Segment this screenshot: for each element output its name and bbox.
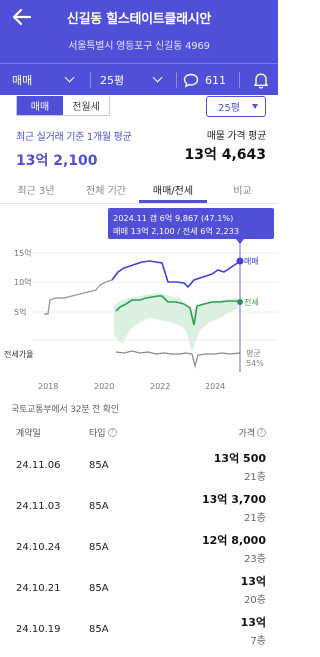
area-dropdown[interactable]: 25평 bbox=[206, 96, 266, 117]
col-header-price-label: 가격 bbox=[238, 429, 255, 439]
row-price: 13억 bbox=[240, 575, 266, 588]
table-row[interactable]: 24.11.06 85A 13억 500 21층 bbox=[0, 446, 278, 486]
table-row[interactable]: 24.10.21 85A 13억 20층 bbox=[0, 569, 278, 609]
tooltip: 2024.11 갭 6억 9,867 (47.1%) 매매 13억 2,100 … bbox=[108, 208, 274, 244]
row-date: 24.10.21 bbox=[16, 583, 61, 594]
complex-address: 서울특별시 영등포구 신길동 4969 bbox=[68, 41, 210, 52]
tab-all-period[interactable]: 전체 기간 bbox=[70, 174, 142, 204]
chevron-down-icon bbox=[64, 72, 75, 83]
row-price: 13억 500 bbox=[213, 452, 266, 465]
col-header-price: 가격 ? bbox=[238, 426, 266, 439]
area-dropdown-label: 25평 bbox=[218, 103, 240, 114]
tab-compare[interactable]: 비교 bbox=[207, 174, 278, 204]
row-type: 85A bbox=[89, 583, 109, 594]
question-icon[interactable]: ? bbox=[107, 428, 117, 437]
chat-bubble-icon bbox=[183, 73, 199, 88]
row-price: 12억 8,000 bbox=[201, 534, 266, 547]
table-row[interactable]: 24.10.19 85A 13억 7층 bbox=[0, 610, 278, 650]
row-type: 85A bbox=[89, 460, 109, 471]
row-date: 24.11.06 bbox=[16, 460, 61, 471]
x-tick-label: 2024 bbox=[205, 382, 225, 391]
area-filter-label: 25평 bbox=[100, 74, 125, 87]
segment-sale[interactable]: 매매 bbox=[17, 96, 63, 115]
sale-series-label: 매매 bbox=[244, 257, 259, 266]
recent-avg-label: 최근 실거래 기준 1개월 평균 bbox=[16, 132, 132, 143]
row-price: 13억 3,700 bbox=[201, 493, 266, 506]
deal-type-filter[interactable]: 매매 bbox=[12, 64, 80, 96]
row-floor: 7층 bbox=[250, 636, 266, 647]
chevron-down-icon bbox=[152, 72, 163, 83]
talk-button[interactable]: 611 bbox=[183, 64, 233, 96]
row-price: 13억 bbox=[240, 616, 266, 629]
deal-type-label: 매매 bbox=[12, 74, 33, 87]
row-floor: 20층 bbox=[244, 595, 266, 606]
y-tick-label: 15억 bbox=[14, 248, 32, 258]
ratio-avg-value: 54% bbox=[246, 359, 264, 368]
row-date: 24.10.24 bbox=[16, 542, 61, 553]
y-tick-label: 5억 bbox=[14, 307, 26, 317]
tooltip-line-1: 2024.11 갭 6억 9,867 (47.1%) bbox=[113, 213, 233, 223]
sale-recent-line bbox=[111, 260, 241, 289]
data-source-note: 국토교통부에서 32분 전 확인 bbox=[11, 405, 119, 415]
col-header-date-label: 계약일 bbox=[16, 429, 41, 439]
jeonse-series-label: 전세 bbox=[244, 297, 259, 307]
area-filter[interactable]: 25평 bbox=[100, 64, 168, 96]
ratio-line bbox=[115, 350, 241, 369]
price-chart[interactable]: 15억 10억 5억 매매 전세 전세가율 평균 54% 2024.11 갭 6… bbox=[0, 204, 278, 394]
app-header: 신길동 힐스테이트클래시안 서울특별시 영등포구 신길동 4969 매매 25평… bbox=[0, 0, 278, 95]
deal-segment-control: 매매 전월세 bbox=[16, 96, 110, 116]
active-tab-indicator bbox=[139, 200, 207, 203]
tooltip-line-2: 매매 13억 2,100 / 전세 6억 2,233 bbox=[113, 226, 239, 236]
x-tick-label: 2022 bbox=[150, 382, 170, 391]
tooltip-pointer bbox=[236, 239, 244, 244]
listing-avg-label: 매물 가격 평균 bbox=[206, 131, 266, 142]
filter-bar: 매매 25평 611 bbox=[0, 63, 278, 95]
col-header-type: 타입 ? bbox=[89, 426, 117, 439]
row-date: 24.11.03 bbox=[16, 501, 61, 512]
talk-count: 611 bbox=[205, 73, 226, 87]
col-header-type-label: 타입 bbox=[89, 429, 106, 439]
sale-history-line bbox=[44, 279, 113, 315]
row-floor: 23층 bbox=[244, 554, 266, 565]
row-type: 85A bbox=[89, 501, 109, 512]
listing-avg-value: 13억 4,643 bbox=[184, 147, 266, 163]
bell-icon[interactable] bbox=[253, 72, 269, 89]
row-floor: 21층 bbox=[244, 513, 266, 524]
divider bbox=[239, 72, 240, 88]
complex-title: 신길동 힐스테이트클래시안 bbox=[66, 12, 212, 27]
row-date: 24.10.19 bbox=[16, 624, 61, 635]
ratio-series-label: 전세가율 bbox=[4, 349, 33, 359]
col-header-date: 계약일 bbox=[16, 426, 41, 439]
row-type: 85A bbox=[89, 624, 109, 635]
table-row[interactable]: 24.11.03 85A 13억 3,700 21층 bbox=[0, 487, 278, 527]
caret-down-icon bbox=[252, 104, 258, 109]
x-tick-label: 2020 bbox=[94, 382, 114, 391]
row-type: 85A bbox=[89, 542, 109, 553]
row-floor: 21층 bbox=[244, 472, 266, 483]
x-tick-label: 2018 bbox=[38, 382, 58, 391]
table-row[interactable]: 24.10.24 85A 12억 8,000 23층 bbox=[0, 528, 278, 568]
divider bbox=[176, 72, 177, 88]
ratio-avg-label: 평균 bbox=[246, 348, 261, 358]
y-tick-label: 10억 bbox=[14, 277, 32, 287]
recent-avg-value: 13억 2,100 bbox=[16, 153, 98, 169]
segment-rent[interactable]: 전월세 bbox=[63, 96, 109, 115]
tab-recent-3y[interactable]: 최근 3년 bbox=[0, 174, 72, 204]
question-icon[interactable]: ? bbox=[257, 428, 266, 437]
divider bbox=[90, 72, 91, 88]
